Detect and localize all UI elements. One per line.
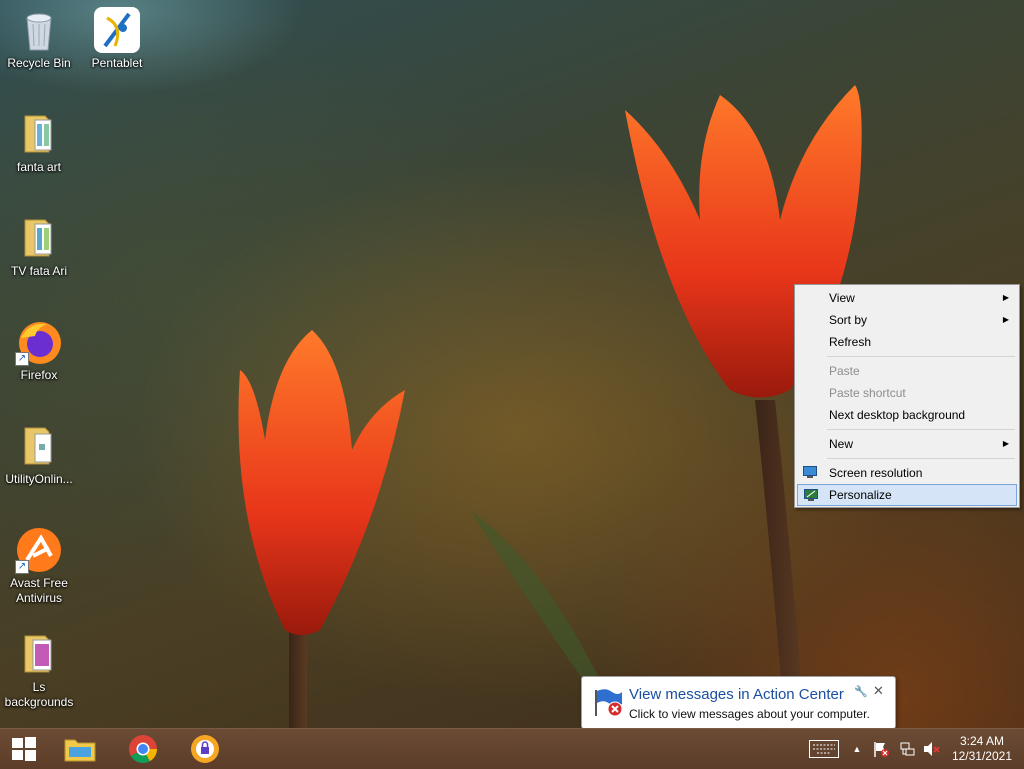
- notification-title: View messages in Action Center: [629, 686, 844, 703]
- pin-icon[interactable]: 🔧: [854, 685, 868, 698]
- firefox-icon: ↗: [15, 318, 63, 366]
- taskbar-vpn-app[interactable]: [185, 733, 225, 765]
- keyboard-icon: [809, 740, 839, 758]
- volume-muted-icon: [924, 742, 940, 756]
- desktop-icon-utilityonline[interactable]: UtilityOnlin...: [0, 422, 78, 487]
- touch-keyboard-button[interactable]: [808, 729, 840, 769]
- submenu-arrow-icon: ▶: [1002, 315, 1009, 324]
- menu-item-next-desktop-background[interactable]: Next desktop background: [797, 404, 1017, 426]
- desktop[interactable]: Recycle Bin Pentablet fanta art TV fata …: [0, 0, 1024, 738]
- menu-item-label: Sort by: [829, 313, 868, 327]
- shortcut-arrow-icon: ↗: [15, 560, 29, 574]
- folder-icon: [15, 422, 63, 470]
- menu-item-label: Personalize: [829, 488, 892, 502]
- desktop-icon-label: Avast Free Antivirus: [10, 576, 68, 605]
- pentablet-icon: [93, 6, 141, 54]
- desktop-icon-label: UtilityOnlin...: [5, 472, 73, 486]
- menu-separator: [827, 356, 1015, 357]
- taskbar-clock[interactable]: 3:24 AM 12/31/2021: [952, 734, 1012, 764]
- clock-date: 12/31/2021: [951, 749, 1012, 763]
- network-tray-button[interactable]: [896, 729, 918, 769]
- taskbar-chrome[interactable]: [123, 733, 163, 765]
- desktop-icon-label: fanta art: [16, 160, 62, 174]
- menu-item-refresh[interactable]: Refresh: [797, 331, 1017, 353]
- menu-item-label: Refresh: [829, 335, 872, 349]
- show-hidden-icons-button[interactable]: ▲: [848, 729, 866, 769]
- menu-item-label: Paste: [829, 364, 860, 378]
- desktop-icon-label: Firefox: [20, 368, 58, 382]
- avast-icon: ↗: [15, 526, 63, 574]
- vpn-lock-icon: [191, 735, 219, 763]
- menu-separator: [827, 458, 1015, 459]
- menu-item-personalize[interactable]: Personalize: [797, 484, 1017, 506]
- recycle-bin-icon: [15, 6, 63, 54]
- start-icon: [12, 737, 36, 761]
- chevron-up-icon: ▲: [852, 744, 862, 754]
- desktop-icon-tv-fata-ari[interactable]: TV fata Ari: [0, 214, 78, 279]
- folder-icon: [15, 630, 63, 678]
- monitor-icon: [803, 466, 817, 478]
- notification-message: Click to view messages about your comput…: [629, 707, 870, 721]
- desktop-icon-label: Ls backgrounds: [4, 680, 74, 709]
- network-icon: [900, 742, 915, 756]
- desktop-icon-fanta-art[interactable]: fanta art: [0, 110, 78, 175]
- desktop-icon-ls-backgrounds[interactable]: Ls backgrounds: [0, 630, 78, 710]
- action-center-flag-icon: [595, 689, 623, 717]
- menu-item-view[interactable]: View ▶: [797, 287, 1017, 309]
- menu-item-screen-resolution[interactable]: Screen resolution: [797, 462, 1017, 484]
- desktop-icon-label: Recycle Bin: [7, 56, 71, 70]
- submenu-arrow-icon: ▶: [1002, 439, 1009, 448]
- menu-item-label: Paste shortcut: [829, 386, 906, 400]
- menu-item-label: Screen resolution: [829, 466, 923, 480]
- desktop-context-menu: View ▶ Sort by ▶ Refresh Paste Paste sho…: [794, 284, 1020, 508]
- menu-separator: [827, 429, 1015, 430]
- taskbar-file-explorer[interactable]: [60, 733, 100, 765]
- chrome-icon: [129, 735, 157, 763]
- volume-tray-button[interactable]: [920, 729, 942, 769]
- menu-item-label: View: [829, 291, 855, 305]
- file-explorer-icon: [64, 739, 96, 762]
- shortcut-arrow-icon: ↗: [15, 352, 29, 366]
- menu-item-sort-by[interactable]: Sort by ▶: [797, 309, 1017, 331]
- desktop-icon-firefox[interactable]: ↗ Firefox: [0, 318, 78, 383]
- desktop-icon-label: TV fata Ari: [10, 264, 68, 278]
- clock-time: 3:24 AM: [959, 734, 1004, 748]
- folder-icon: [15, 110, 63, 158]
- personalize-icon: [804, 489, 818, 501]
- menu-item-label: Next desktop background: [829, 408, 966, 422]
- taskbar: ▲ 3:24 AM 12/31/2021: [0, 728, 1024, 769]
- desktop-icon-pentablet[interactable]: Pentablet: [78, 6, 156, 71]
- action-center-notification[interactable]: View messages in Action Center Click to …: [581, 676, 896, 738]
- close-icon[interactable]: ✕: [873, 683, 884, 699]
- start-button[interactable]: [4, 733, 44, 765]
- menu-item-paste-shortcut[interactable]: Paste shortcut: [797, 382, 1017, 404]
- folder-icon: [15, 214, 63, 262]
- action-center-tray-button[interactable]: [870, 729, 892, 769]
- desktop-icon-label: Pentablet: [91, 56, 143, 70]
- desktop-icon-avast[interactable]: ↗ Avast Free Antivirus: [0, 526, 78, 606]
- submenu-arrow-icon: ▶: [1002, 293, 1009, 302]
- menu-item-label: New: [829, 437, 854, 451]
- desktop-icon-recycle-bin[interactable]: Recycle Bin: [0, 6, 78, 71]
- menu-item-new[interactable]: New ▶: [797, 433, 1017, 455]
- menu-item-paste[interactable]: Paste: [797, 360, 1017, 382]
- action-center-flag-icon: [874, 742, 889, 757]
